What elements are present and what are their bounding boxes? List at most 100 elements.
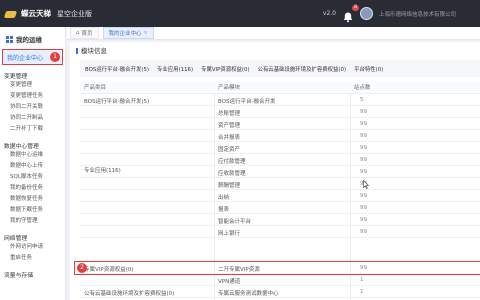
cell-module: 网上银行 <box>218 231 241 237</box>
cell-module: 薪酬管理 <box>218 183 241 189</box>
sidebar-item[interactable]: 变更管理任务 <box>0 91 65 102</box>
table-row: 薪酬管理99 <box>80 178 480 190</box>
cell-count: 99 <box>360 217 367 223</box>
cell-module: VPN通道 <box>218 279 241 285</box>
table-row: 总账管理 99 <box>80 106 480 118</box>
cell-count: 1 <box>360 277 364 283</box>
table-row: 网上银行 99 <box>80 226 480 238</box>
filter-platform[interactable]: 平台特性(0) <box>354 65 383 73</box>
table-row: BOS运行平台-融合开发(5) BOS运行平台-融合开发 5 <box>80 94 480 106</box>
company-name[interactable]: 上海乐德网络信息技术有限公司 <box>379 10 474 18</box>
notification-badge: 8 <box>352 4 359 11</box>
cell-count: 99 <box>360 157 367 163</box>
sidebar-item-enterprise-center[interactable]: 我的企业中心 1 <box>2 49 63 65</box>
cell-module: 报表 <box>218 207 230 213</box>
step-marker: 2 <box>77 263 87 273</box>
table-row: 合并报表 99 <box>80 130 480 142</box>
sidebar-item[interactable]: 二开补丁下载 <box>0 124 65 135</box>
cell-module: BOS运行平台-融合开发 <box>218 99 276 105</box>
sidebar-title[interactable]: 我的运维 <box>0 27 65 44</box>
sidebar-group-change[interactable]: 变更管理 <box>0 65 65 80</box>
cell-module: 合并报表 <box>218 135 241 141</box>
filter-vip[interactable]: 专属VIP资源权益(0) <box>201 65 250 73</box>
cell-module: 出纳 <box>218 195 230 201</box>
sidebar-item[interactable]: 数据中心运维 <box>0 150 65 161</box>
merged-category-label: 专业应用(116) <box>84 168 121 174</box>
cell-count: 99 <box>360 229 367 235</box>
filter-pro-apps[interactable]: 专业应用(116) <box>157 65 193 73</box>
cell-module: 智能会计平台 <box>218 219 252 225</box>
close-icon[interactable]: × <box>144 30 148 36</box>
cell-module: 固定资产 <box>218 147 241 153</box>
table-row: 智能会计平台 99 <box>80 214 480 226</box>
cell-module: 应收款管理 <box>218 171 246 177</box>
sidebar-item[interactable]: SQL脚本任务 <box>0 172 65 183</box>
sidebar-item-label: 我的企业中心 <box>7 54 44 62</box>
cell-count: 99 <box>360 193 367 199</box>
sidebar-item[interactable]: 我的守管理 <box>0 216 65 227</box>
cell-module: 总账管理 <box>218 111 241 117</box>
tab-label: 我的企业中心 <box>108 31 142 37</box>
brand-name: 蝶云天梯 <box>21 9 51 18</box>
brand-logo[interactable]: 蝶云天梯 星空企业版 <box>0 8 92 19</box>
sidebar-group-traffic[interactable]: 流量与存储 <box>0 264 65 279</box>
filter-bos[interactable]: BOS运行平台-融合开发(5) <box>85 65 149 73</box>
version-label: v2.0 <box>322 10 336 17</box>
filter-public-cloud[interactable]: 公有云基础设施环境及扩容费权益(0) <box>258 65 347 73</box>
tab-bar: ⌂ 首页 我的企业中心 × <box>67 27 480 40</box>
table-row: 应收款管理 99 <box>80 166 480 178</box>
column-header-module: 产品模块 <box>218 85 241 91</box>
sidebar-item[interactable]: 协同二开关联 <box>0 102 65 113</box>
table-row: 固定资产 99 <box>80 142 480 154</box>
sidebar-item[interactable]: 数据下载任务 <box>0 205 65 216</box>
cell-count: 99 <box>360 133 367 139</box>
sidebar-title-label: 我的运维 <box>16 36 42 44</box>
tab-label: 首页 <box>81 31 93 37</box>
bell-icon[interactable]: 8 <box>342 4 359 22</box>
cell-module: 应付款管理 <box>218 159 246 165</box>
cell-count: 99 <box>360 205 367 211</box>
column-header-category: 产品类目 <box>84 85 107 91</box>
table-row: 应付款管理 99 <box>80 154 480 166</box>
cell-count: 1 <box>360 289 364 295</box>
sidebar-item[interactable]: 我的备份任务 <box>0 183 65 194</box>
avatar[interactable] <box>360 7 373 20</box>
tab-enterprise-center[interactable]: 我的企业中心 × <box>102 27 154 39</box>
home-icon: ⌂ <box>76 30 80 36</box>
sidebar-item[interactable]: 变更管理 <box>0 80 65 91</box>
logo-icon <box>5 9 17 19</box>
grid-icon <box>6 35 13 43</box>
table-header: 产品类目 产品模块 站点数 <box>80 81 480 94</box>
cell-module: 资产管理 <box>218 123 241 129</box>
cursor-icon <box>363 180 369 189</box>
column-header-count: 站点数 <box>354 85 371 91</box>
table-row: 报表 99 <box>80 202 480 214</box>
step-marker: 1 <box>50 52 60 62</box>
top-bar: 蝶云天梯 星空企业版 v2.0 8 上海乐德网络信息技术有限公司 <box>0 0 480 27</box>
tab-home[interactable]: ⌂ 首页 <box>70 27 99 39</box>
filter-row: BOS运行平台-融合开发(5) 专业应用(116) 专属VIP资源权益(0) 公… <box>80 60 480 77</box>
product-name: 星空企业版 <box>57 9 92 18</box>
sidebar-item[interactable]: 协同二开制品 <box>0 113 65 124</box>
main-panel: 模块信息 BOS运行平台-融合开发(5) 专业应用(116) 专属VIP资源权益… <box>70 42 480 300</box>
cell-category: 公有云基础设施环境及扩容费权益(0) <box>84 291 175 297</box>
sidebar-group-network[interactable]: 网络管理 <box>0 227 65 242</box>
table-row: 出纳 99 <box>80 190 480 202</box>
cell-count: 99 <box>360 145 367 151</box>
cell-category: BOS运行平台-融合开发(5) <box>84 99 150 105</box>
sidebar-item[interactable]: 数据中心上传 <box>0 161 65 172</box>
sidebar-item[interactable]: 重启任务 <box>0 253 65 264</box>
cell-module: 专属云服务测试数据中心 <box>218 291 279 297</box>
cell-count: 99 <box>360 169 367 175</box>
table-row: VPN通道 1 <box>80 274 480 286</box>
table-row: 公有云基础设施环境及扩容费权益(0) 专属云服务测试数据中心 1 <box>80 286 480 298</box>
highlight-box <box>74 261 480 275</box>
cell-count: 5 <box>360 97 364 103</box>
sidebar-item[interactable]: 数据恢复任务 <box>0 194 65 205</box>
cell-count: 99 <box>360 109 367 115</box>
sidebar-group-datacenter[interactable]: 数据中心管理 <box>0 135 65 150</box>
table-row: 资产管理 99 <box>80 118 480 130</box>
sidebar-item[interactable]: 外网访问申请 <box>0 242 65 253</box>
module-table: 产品类目 产品模块 站点数 BOS运行平台-融合开发(5) BOS运行平台-融合… <box>74 81 480 300</box>
sidebar: 我的运维 我的企业中心 1 变更管理 变更管理 变更管理任务 协同二开关联 协同… <box>0 27 66 300</box>
